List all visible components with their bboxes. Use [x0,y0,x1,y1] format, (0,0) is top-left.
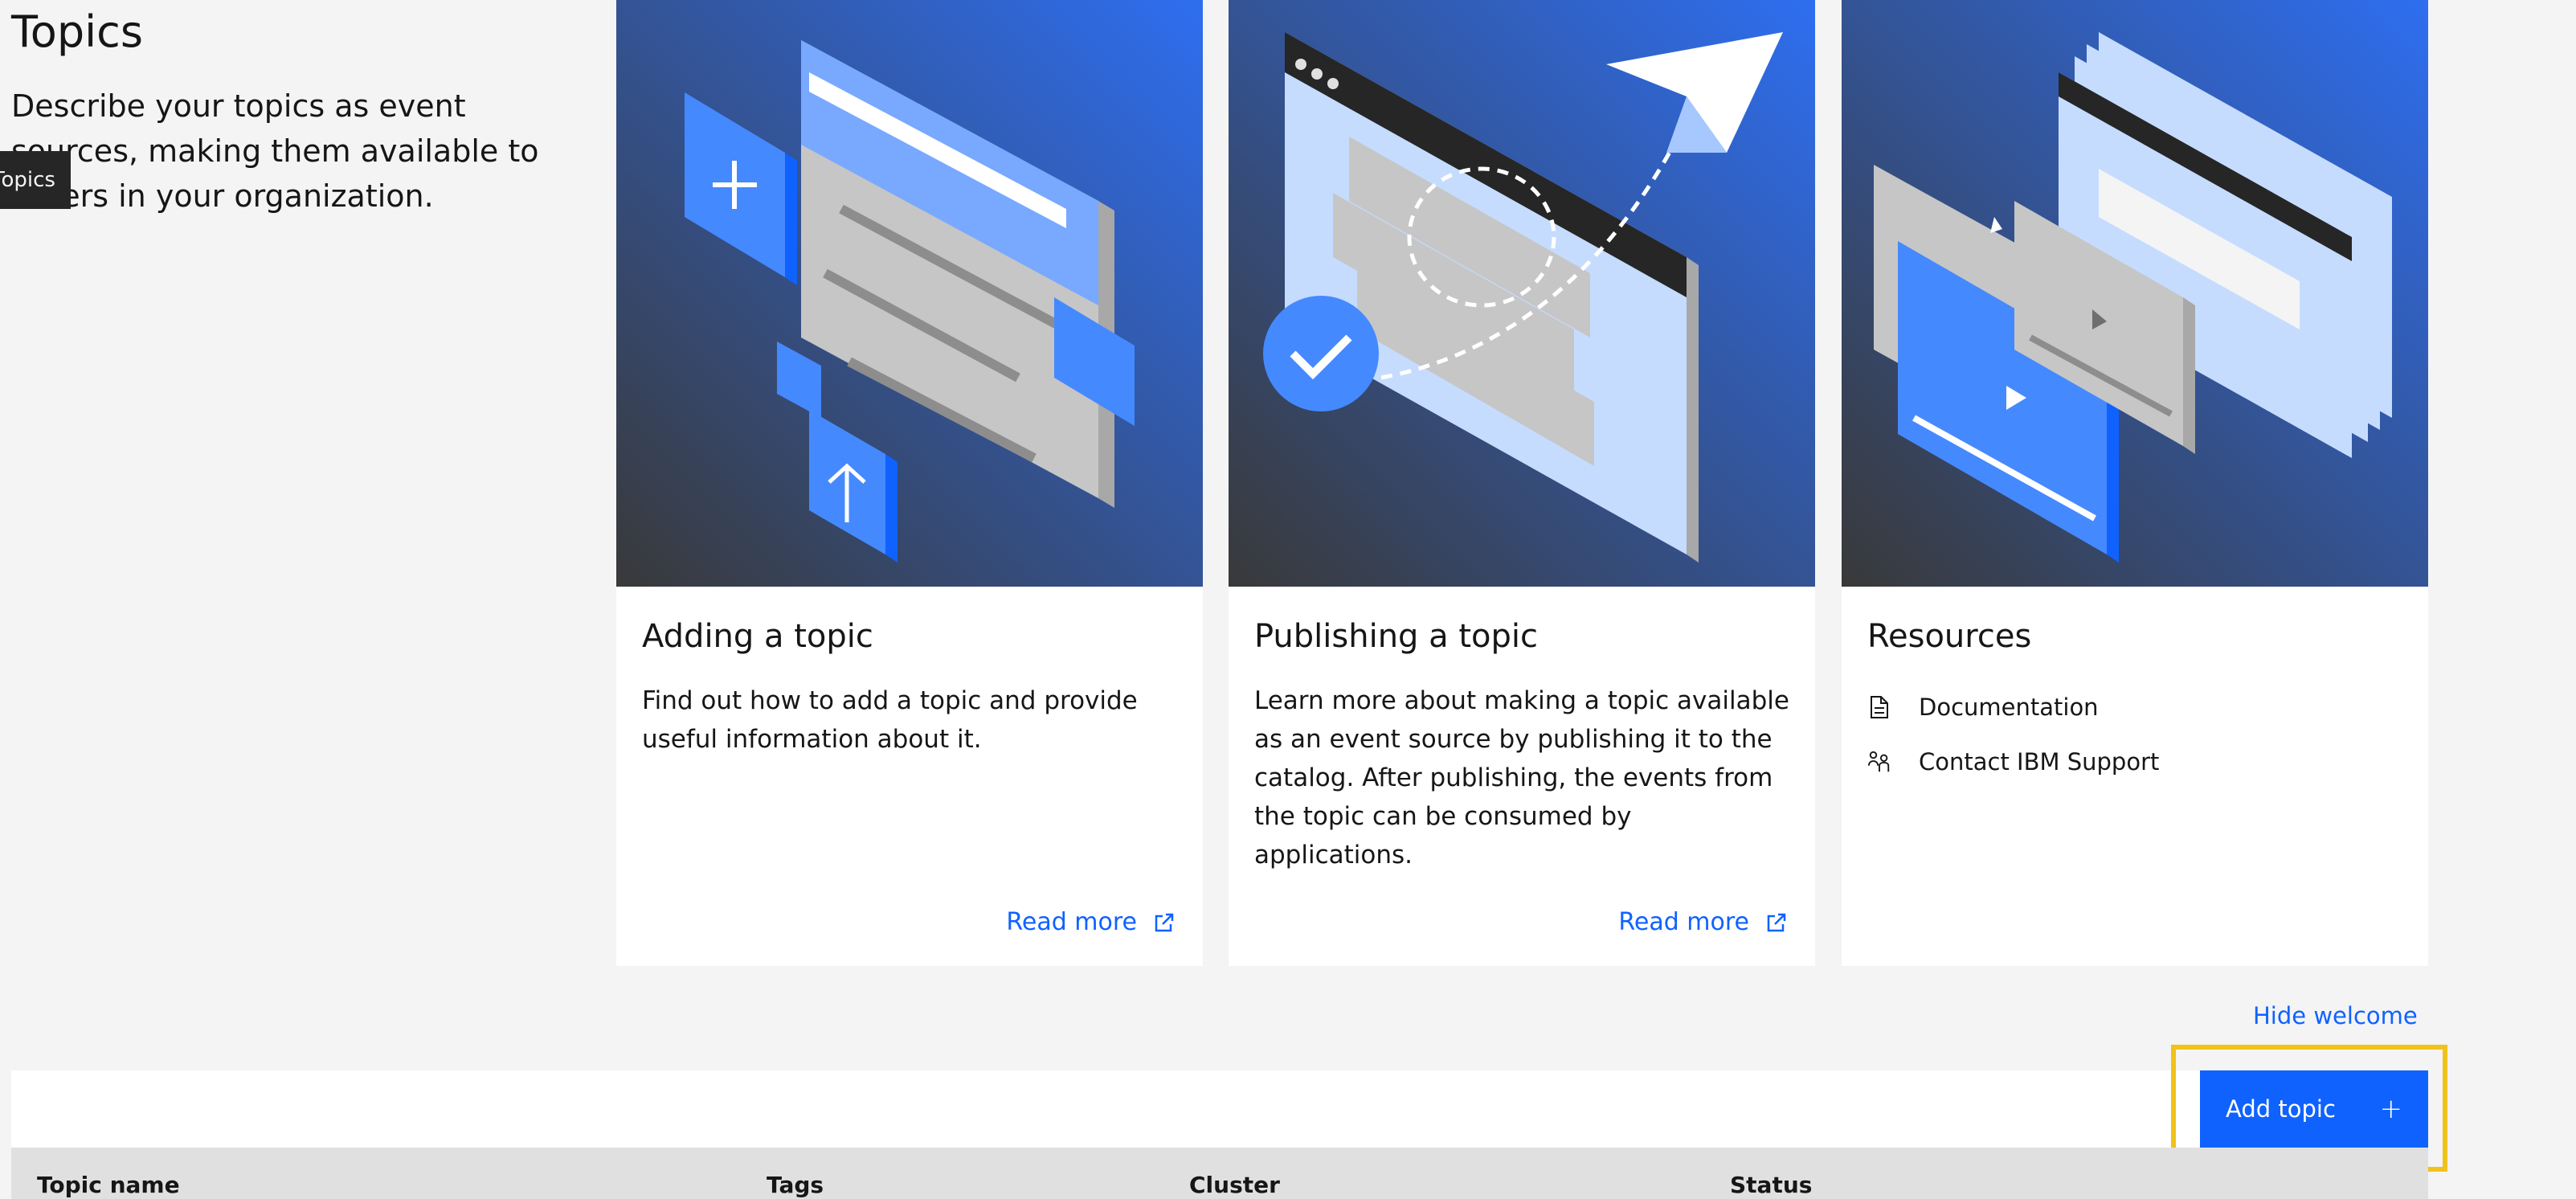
add-topic-button[interactable]: Add topic + [2200,1070,2428,1148]
card-title: Publishing a topic [1254,618,1539,655]
read-more-link[interactable]: Read more [1618,908,1788,936]
add-topic-label: Add topic [2226,1095,2336,1123]
column-header-status[interactable]: Status [1730,1172,1812,1198]
resources-list: Documentation Contact IBM Support [1867,680,2159,789]
table-header: Topic name Tags Cluster Status [11,1148,2428,1199]
adding-topic-illustration [616,0,1203,587]
external-link-icon [1767,913,1786,931]
table-toolbar [11,1070,2428,1148]
publishing-topic-illustration [1229,0,1815,587]
read-more-label: Read more [1006,908,1137,936]
card-adding-topic: Adding a topic Find out how to add a top… [616,0,1203,966]
card-description: Find out how to add a topic and provide … [642,686,1138,754]
resource-documentation[interactable]: Documentation [1867,680,2159,735]
card-title: Adding a topic [642,618,873,655]
page-description: Describe your topics as event sources, m… [11,88,539,214]
support-icon [1867,747,1891,776]
hide-welcome-link[interactable]: Hide welcome [2253,1002,2418,1029]
resource-contact-support[interactable]: Contact IBM Support [1867,735,2159,789]
read-more-label: Read more [1618,908,1749,936]
card-resources: Resources Documentation Contact IBM Supp… [1842,0,2428,966]
card-description: Learn more about making a topic availabl… [1254,686,1789,870]
page-title: Topics [11,6,143,57]
plus-icon: + [2379,1093,2403,1125]
column-header-topic-name[interactable]: Topic name [37,1172,180,1198]
card-title: Resources [1867,618,2032,655]
resources-illustration [1842,0,2428,587]
resource-label: Documentation [1919,694,2099,721]
sidebar-tooltip: Topics [0,151,71,209]
read-more-link[interactable]: Read more [1006,908,1176,936]
document-icon [1867,693,1891,722]
external-link-icon [1155,913,1174,931]
card-publishing-topic: Publishing a topic Learn more about maki… [1229,0,1815,966]
column-header-cluster[interactable]: Cluster [1189,1172,1280,1198]
column-header-tags[interactable]: Tags [767,1172,824,1198]
resource-label: Contact IBM Support [1919,748,2160,775]
welcome-intro: Topics Describe your topics as event sou… [11,5,590,219]
